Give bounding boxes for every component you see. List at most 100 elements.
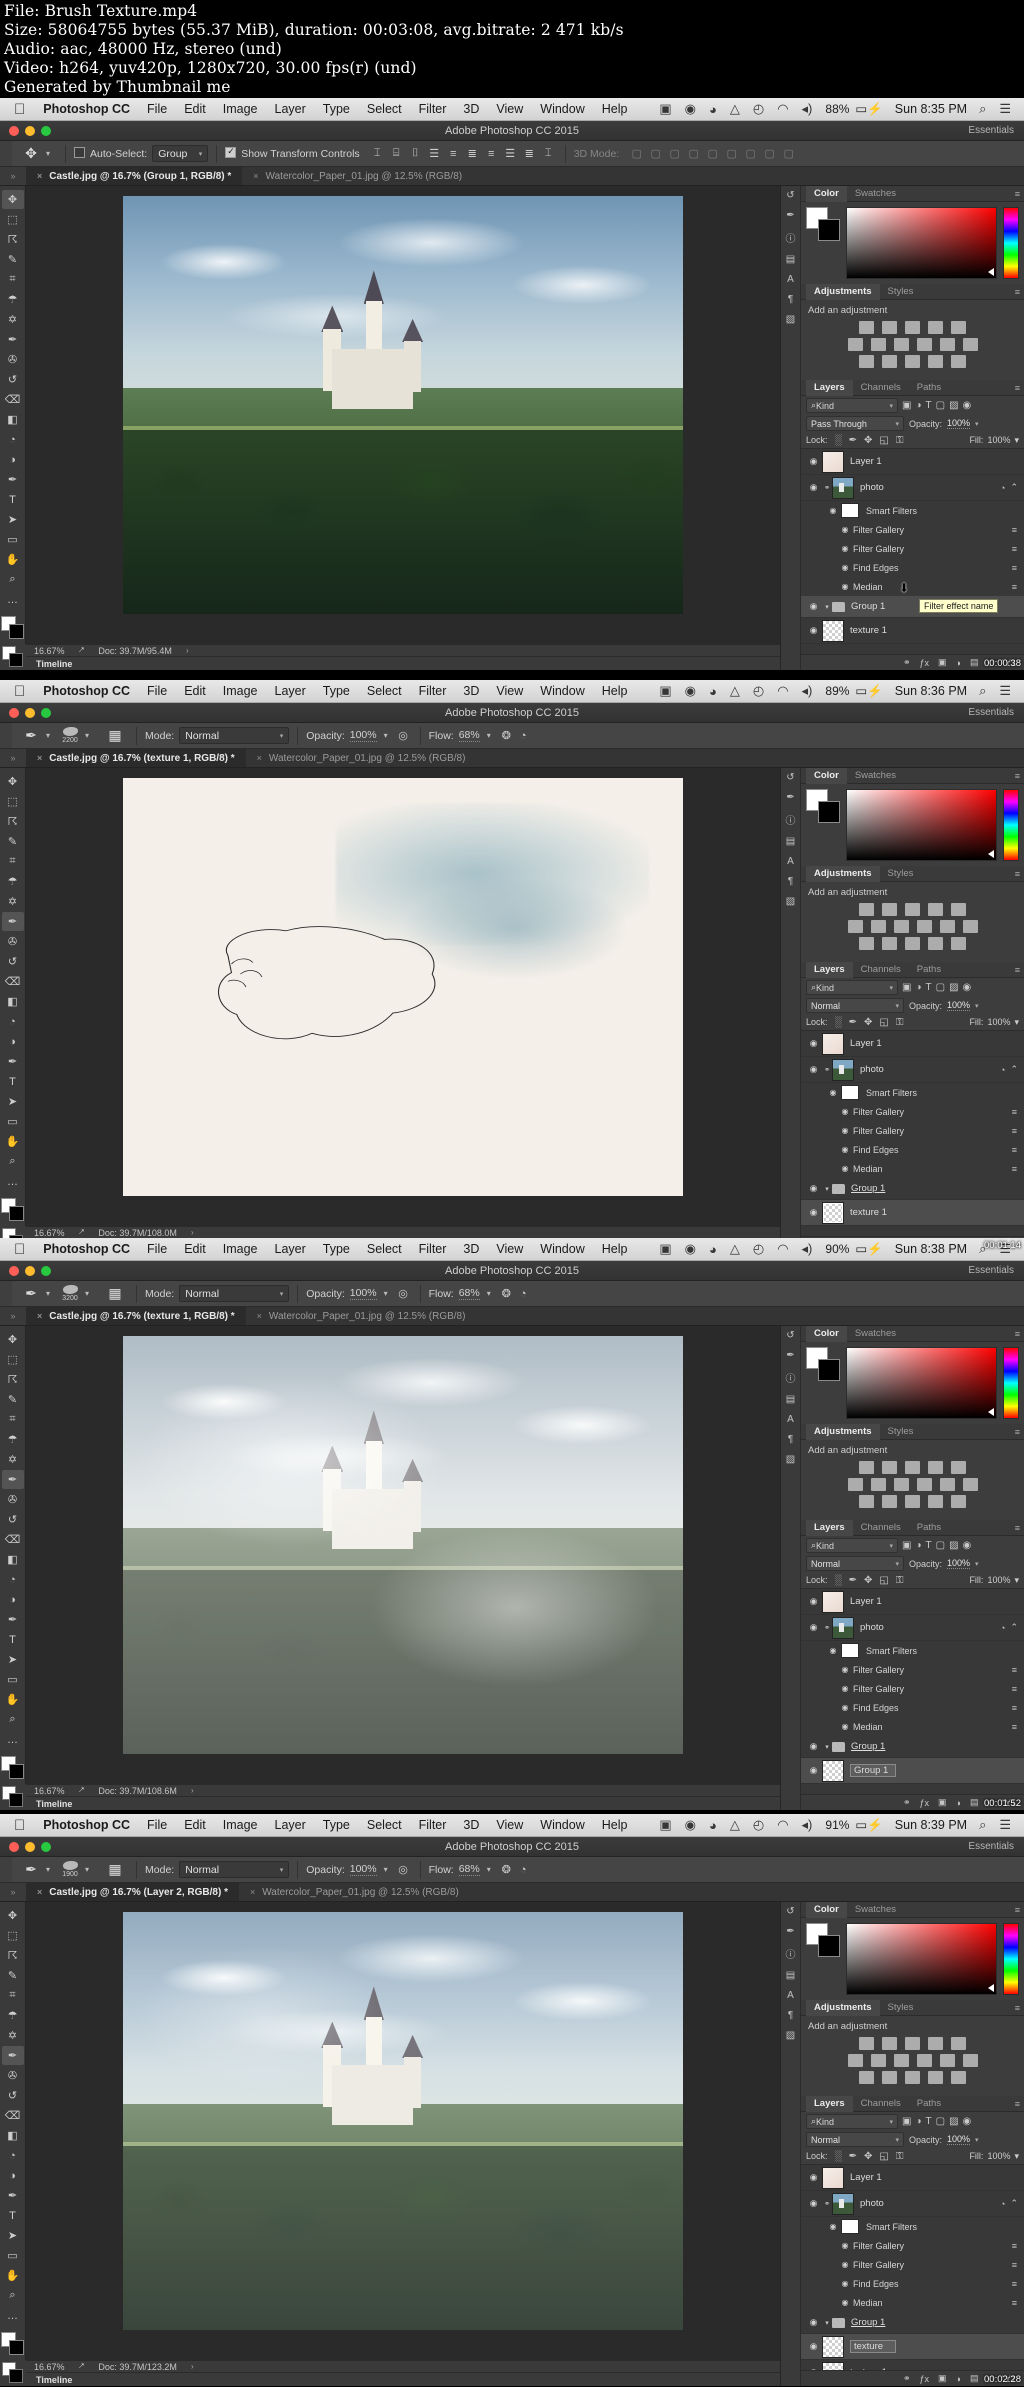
- flow-value[interactable]: 68%: [458, 1287, 480, 1300]
- adjustment-layer-icon[interactable]: ◑: [956, 1798, 961, 1808]
- brush-panel-icon[interactable]: ✒: [786, 1350, 794, 1361]
- layer-filter-effect-row[interactable]: ◉ Median ≡: [801, 1717, 1024, 1736]
- pen-tool-icon[interactable]: ✒: [2, 1610, 24, 1629]
- eraser-tool-icon[interactable]: ⌫: [2, 2106, 24, 2125]
- panel-menu-icon[interactable]: ≡: [1015, 1523, 1020, 1533]
- flow-chevron-icon[interactable]: ▾: [487, 1289, 491, 1298]
- filter-blending-options-icon[interactable]: ≡: [1012, 2241, 1017, 2251]
- brush-panel-toggle-icon[interactable]: ▦: [102, 1283, 128, 1305]
- filter-blending-options-icon[interactable]: ≡: [1012, 1126, 1017, 1136]
- close-tab-icon[interactable]: ×: [37, 171, 42, 181]
- filter-blending-options-icon[interactable]: ≡: [1012, 1107, 1017, 1117]
- layer-filter-effect-row[interactable]: ◉ Find Edges ≡: [801, 1698, 1024, 1717]
- move-tool-icon[interactable]: ✥: [2, 1906, 24, 1925]
- lock-artboard-nesting[interactable]: ◱: [879, 2151, 888, 2162]
- adjustment-exposure-icon[interactable]: [928, 321, 943, 334]
- dropbox-icon[interactable]: ◕: [709, 1242, 717, 1257]
- close-tab-icon[interactable]: ×: [250, 1887, 255, 1897]
- adjustment-levels-icon[interactable]: [882, 2037, 897, 2050]
- dodge-tool-icon[interactable]: ◑: [2, 1032, 24, 1051]
- zoom-button[interactable]: [41, 1841, 51, 1852]
- layer-row[interactable]: ◉ ⚭ photo ◔ ⌃: [801, 1615, 1024, 1641]
- distribute-bottom[interactable]: ≣: [521, 145, 538, 162]
- layer-filter-effect-row[interactable]: ◉ Find Edges ≡: [801, 1140, 1024, 1159]
- menu-item-layer[interactable]: Layer: [275, 684, 306, 698]
- layer-visibility-icon[interactable]: ◉: [805, 1622, 822, 1633]
- layer-visibility-icon[interactable]: ◉: [805, 601, 822, 612]
- status-zoom-level[interactable]: 16.67%: [34, 1228, 65, 1238]
- distribute-top[interactable]: ≡: [483, 145, 500, 162]
- smart-filters-visibility-icon[interactable]: ◉: [825, 2222, 841, 2231]
- fx-icon[interactable]: ƒx: [919, 2374, 929, 2384]
- mode-3d-button-6[interactable]: ▢: [723, 145, 740, 162]
- filter-toggle-icon[interactable]: ◉: [963, 982, 972, 993]
- minimize-button[interactable]: [25, 1265, 35, 1276]
- brush-tool-icon[interactable]: ✒: [18, 1283, 44, 1305]
- layer-mask-icon[interactable]: ▣: [938, 657, 947, 668]
- menu-item-filter[interactable]: Filter: [419, 1818, 447, 1832]
- adjustment-exposure-icon[interactable]: [928, 2037, 943, 2050]
- layer-visibility-icon[interactable]: ◉: [805, 1038, 822, 1049]
- status-zoom-level[interactable]: 16.67%: [34, 2362, 65, 2372]
- foreground-background-swatches[interactable]: [0, 1198, 25, 1222]
- mode-3d-button-8[interactable]: ▢: [761, 145, 778, 162]
- mode-3d-button-3[interactable]: ▢: [666, 145, 683, 162]
- tab-color[interactable]: Color: [806, 1325, 847, 1342]
- smoothing-icon[interactable]: ◔: [515, 727, 532, 744]
- quick-select-tool-icon[interactable]: ✎: [2, 1390, 24, 1409]
- status-export-icon[interactable]: ⭧: [79, 1785, 85, 1796]
- brush-preset-picker[interactable]: 1900: [57, 1859, 83, 1881]
- shape-tool-icon[interactable]: ▭: [2, 1112, 24, 1131]
- adjustment-vibrance-icon[interactable]: [951, 2037, 966, 2050]
- adjustment-gradient-map-icon[interactable]: [928, 355, 943, 368]
- layer-visibility-icon[interactable]: ◉: [805, 2367, 822, 2370]
- color-field[interactable]: [846, 789, 997, 861]
- filter-type-icon[interactable]: T: [926, 982, 932, 993]
- filter-blending-options-icon[interactable]: ≡: [1012, 582, 1017, 592]
- fill-value[interactable]: 100%: [987, 1575, 1010, 1585]
- menu-item-layer[interactable]: Layer: [275, 102, 306, 116]
- menu-item-select[interactable]: Select: [367, 684, 402, 698]
- group-disclosure-icon[interactable]: ▾: [822, 1185, 832, 1193]
- history-panel-icon[interactable]: ↺: [786, 1330, 794, 1341]
- adjustment-selective-color-icon[interactable]: [951, 2071, 966, 2084]
- smart-object-badge-icon[interactable]: ◔: [1000, 1065, 1005, 1075]
- show-transform-checkbox[interactable]: [225, 146, 241, 160]
- status-export-icon[interactable]: ⭧: [79, 2361, 85, 2372]
- lock-position[interactable]: ✥: [864, 1017, 872, 1028]
- layer-expand-icon[interactable]: ⌃: [1010, 2198, 1018, 2209]
- menu-item-filter[interactable]: Filter: [419, 102, 447, 116]
- adjustment-hue-saturation-icon[interactable]: [847, 1478, 863, 1491]
- adjustment-color-balance-icon[interactable]: [870, 920, 886, 933]
- mode-3d-button-9[interactable]: ▢: [780, 145, 797, 162]
- opacity-chevron-icon[interactable]: ▾: [975, 420, 979, 428]
- layer-visibility-icon[interactable]: ◉: [805, 1765, 822, 1776]
- notification-center-icon[interactable]: ☰: [999, 1817, 1011, 1833]
- more-tools-icon[interactable]: …: [2, 1172, 24, 1191]
- volume-icon[interactable]: ◂): [802, 683, 813, 699]
- workspace-switcher[interactable]: Essentials: [968, 1841, 1014, 1852]
- airplay-icon[interactable]: △: [730, 1241, 740, 1257]
- document-canvas[interactable]: [123, 196, 683, 614]
- layer-thumbnail[interactable]: [822, 1590, 844, 1613]
- close-button[interactable]: [9, 1265, 19, 1276]
- creative-cloud-icon[interactable]: ◉: [685, 101, 696, 117]
- hand-tool-icon[interactable]: ✋: [2, 2266, 24, 2285]
- layer-visibility-icon[interactable]: ◉: [805, 1741, 822, 1752]
- document-tab-2[interactable]: × Watercolor_Paper_01.jpg @ 12.5% (RGB/8): [246, 749, 477, 767]
- tab-layers[interactable]: Layers: [806, 379, 853, 396]
- status-more-icon[interactable]: ›: [191, 1786, 194, 1795]
- flow-value[interactable]: 68%: [458, 1863, 480, 1876]
- color-field[interactable]: [846, 1923, 997, 1995]
- apple-menu-icon[interactable]: : [14, 1242, 25, 1257]
- battery-status[interactable]: 88% ▭⚡: [825, 101, 882, 117]
- auto-select-dropdown[interactable]: Group ▾: [152, 145, 209, 162]
- zoom-tool-icon[interactable]: ⌕: [2, 570, 24, 589]
- paragraph-panel-icon[interactable]: ¶: [788, 294, 793, 305]
- layer-visibility-icon[interactable]: ◉: [805, 456, 822, 467]
- panel-menu-icon[interactable]: ≡: [1015, 383, 1020, 393]
- smart-filters-row[interactable]: ◉ Smart Filters: [801, 1641, 1024, 1660]
- close-tab-icon[interactable]: ×: [37, 1311, 42, 1321]
- layer-visibility-icon[interactable]: ◉: [805, 2317, 822, 2328]
- smart-filters-mask-thumbnail[interactable]: [841, 1643, 859, 1658]
